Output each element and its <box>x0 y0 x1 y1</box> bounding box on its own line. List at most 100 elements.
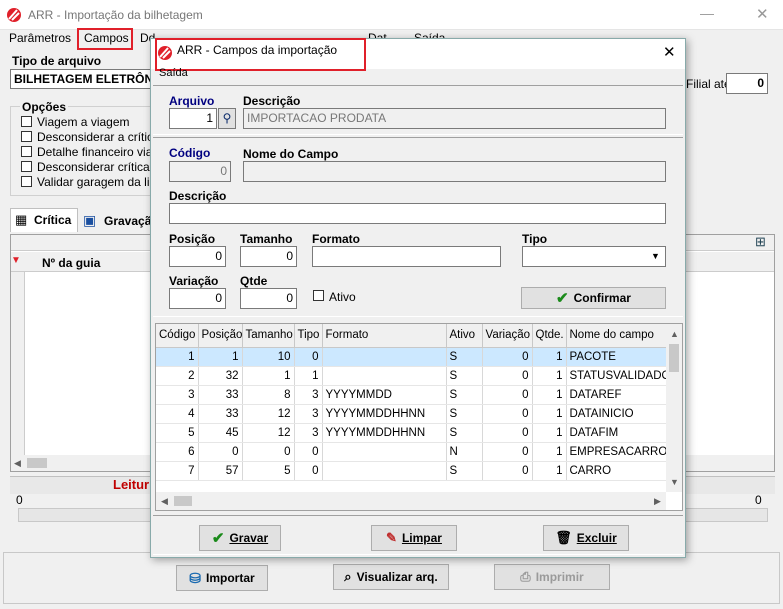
table-col-header[interactable]: Tipo <box>294 324 323 348</box>
table-col-header[interactable]: Ativo <box>446 324 483 348</box>
chevron-down-icon[interactable]: ▼ <box>647 248 664 265</box>
sort-arrow-icon: ▼ <box>11 255 21 266</box>
table-cell: 0 <box>482 347 533 367</box>
opcao-checkbox-1[interactable] <box>21 116 32 127</box>
tab-critica[interactable]: ▦ Crítica <box>10 208 78 232</box>
campos-dialog: ARR - Campos da importação ✕ Saída Arqui… <box>150 38 686 558</box>
grid-icon: ▦ <box>15 212 28 227</box>
table-cell: S <box>446 423 483 443</box>
descricao-field[interactable]: IMPORTACAO PRODATA <box>243 108 666 129</box>
table-col-header[interactable]: Código <box>156 324 199 348</box>
table-row[interactable]: 1 1 10 0 S 0 1 PACOTE <box>156 347 667 367</box>
excluir-button[interactable]: 🗑 Excluir <box>543 525 629 551</box>
main-grid-scroll-thumb[interactable] <box>27 458 47 468</box>
table-cell: 0 <box>198 442 243 462</box>
table-row[interactable]: 4 33 12 3 YYYYMMDDHHNN S 0 1 DATAINICIO <box>156 404 667 424</box>
confirmar-button[interactable]: ✔ Confirmar <box>521 287 666 309</box>
table-col-header[interactable]: Formato <box>322 324 447 348</box>
table-hscroll-thumb[interactable] <box>174 496 192 506</box>
table-hscroll[interactable]: ◀ ▶ <box>156 492 666 510</box>
table-col-header[interactable]: Tamanho <box>242 324 295 348</box>
opcao-checkbox-3[interactable] <box>21 146 32 157</box>
opcao-checkbox-2[interactable] <box>21 131 32 142</box>
printer-icon: ⎙ <box>520 569 531 584</box>
table-row[interactable]: 5 45 12 3 YYYYMMDDHHNN S 0 1 DATAFIM <box>156 423 667 443</box>
table-col-header[interactable]: Nome do campo <box>566 324 667 348</box>
table-vscroll-thumb[interactable] <box>669 344 679 372</box>
visualizar-label: Visualizar arq. <box>356 570 438 584</box>
minimize-button[interactable]: — <box>700 5 714 21</box>
table-cell: 0 <box>482 423 533 443</box>
table-cell: YYYYMMDD <box>322 385 447 405</box>
dialog-menu-saida[interactable]: Saída <box>159 67 188 79</box>
descricao-label: Descrição <box>243 94 301 108</box>
table-cell: 5 <box>242 461 295 481</box>
campos-table-container: Código Posição Tamanho Tipo Formato Ativo Vari… <box>155 323 683 511</box>
ativo-checkbox[interactable] <box>313 290 324 301</box>
imprimir-button[interactable]: ⎙ Imprimir <box>494 564 610 590</box>
filial-ate-label: Filial até <box>686 77 731 91</box>
table-cell: STATUSVALIDADO <box>566 366 667 386</box>
importar-button[interactable]: ⛁ Importar <box>176 565 268 591</box>
variacao-label: Variação <box>169 274 219 288</box>
eraser-icon: ✎ <box>386 530 397 545</box>
binoculars-icon[interactable]: ⚲ <box>218 108 236 129</box>
opcao-checkbox-4[interactable] <box>21 161 32 172</box>
table-cell: 45 <box>198 423 243 443</box>
gravar-button[interactable]: ✔ Gravar <box>199 525 281 551</box>
codigo-field[interactable]: 0 <box>169 161 231 182</box>
tipo-arquivo-field[interactable]: BILHETAGEM ELETRÔN <box>10 69 155 89</box>
table-cell: 8 <box>242 385 295 405</box>
checkmark-icon: ✔ <box>556 290 569 307</box>
tamanho-field[interactable]: 0 <box>240 246 297 267</box>
limpar-button[interactable]: ✎ Limpar <box>371 525 457 551</box>
table-row[interactable]: 3 33 8 3 YYYYMMDD S 0 1 DATAREF <box>156 385 667 405</box>
table-cell: 33 <box>198 385 243 405</box>
nome-campo-label: Nome do Campo <box>243 147 339 161</box>
scroll-left-icon[interactable]: ◀ <box>161 496 168 507</box>
table-col-header[interactable]: Qtde. <box>532 324 567 348</box>
progress-left-value: 0 <box>16 493 23 507</box>
table-col-header[interactable]: Variação <box>482 324 533 348</box>
table-cell: 0 <box>482 404 533 424</box>
menu-parametros[interactable]: Parâmetros <box>9 31 71 45</box>
table-vscroll[interactable]: ▲ ▼ <box>666 324 682 492</box>
qtde-field[interactable]: 0 <box>240 288 297 309</box>
table-cell <box>322 461 447 481</box>
table-cell: 1 <box>532 404 567 424</box>
table-row[interactable]: 2 32 1 1 S 0 1 STATUSVALIDADO <box>156 366 667 386</box>
table-cell: CARRO <box>566 461 667 481</box>
scroll-down-icon[interactable]: ▼ <box>670 477 679 487</box>
scroll-right-icon[interactable]: ▶ <box>654 496 661 507</box>
descricao2-field[interactable] <box>169 203 666 224</box>
excluir-label: Excluir <box>576 531 617 545</box>
close-icon[interactable]: ✕ <box>756 5 769 23</box>
zoom-icon[interactable]: ⊞ <box>755 234 766 250</box>
table-row[interactable]: 7 57 5 0 S 0 1 CARRO <box>156 461 667 481</box>
scroll-up-icon[interactable]: ▲ <box>670 329 679 339</box>
table-cell: 0 <box>482 385 533 405</box>
checkmark-icon: ✔ <box>211 530 225 547</box>
posicao-field[interactable]: 0 <box>169 246 226 267</box>
table-cell: YYYYMMDDHHNN <box>322 423 447 443</box>
scroll-left-icon[interactable]: ◀ <box>14 458 21 469</box>
tipo-select[interactable] <box>522 246 666 267</box>
imprimir-label: Imprimir <box>535 570 584 584</box>
opcao-checkbox-5[interactable] <box>21 176 32 187</box>
importar-label: Importar <box>206 571 255 585</box>
trash-icon: 🗑 <box>555 530 572 545</box>
table-col-header[interactable]: Posição <box>198 324 243 348</box>
dialog-close-icon[interactable]: ✕ <box>663 43 676 61</box>
table-row[interactable]: 6 0 0 0 N 0 1 EMPRESACARRO <box>156 442 667 462</box>
tab-gravacao[interactable]: ▣ Gravaçã <box>80 210 152 232</box>
table-cell: 0 <box>482 366 533 386</box>
opcoes-label: Opções <box>20 100 69 114</box>
variacao-field[interactable]: 0 <box>169 288 226 309</box>
formato-field[interactable] <box>312 246 501 267</box>
filial-ate-field[interactable]: 0 <box>726 73 768 94</box>
table-cell: 1 <box>532 347 567 367</box>
visualizar-button[interactable]: ⌕ Visualizar arq. <box>333 564 449 590</box>
arquivo-field[interactable]: 1 <box>169 108 217 129</box>
table-cell: DATAREF <box>566 385 667 405</box>
nome-campo-field[interactable] <box>243 161 666 182</box>
